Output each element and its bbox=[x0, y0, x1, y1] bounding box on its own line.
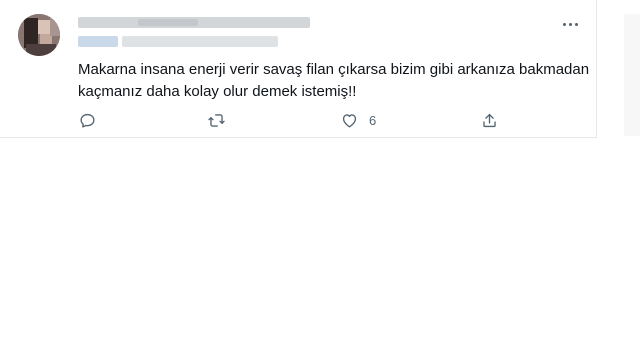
tweet-text-line: Makarna insana enerji verir savaş filan … bbox=[78, 61, 590, 78]
sidebar-edge bbox=[624, 14, 640, 136]
reply-bubble-icon bbox=[80, 113, 95, 128]
handle-date-blurred bbox=[122, 36, 278, 47]
avatar[interactable] bbox=[18, 14, 60, 56]
tweet-text-line: kaçmanız daha kolay olur demek istemiş!! bbox=[78, 83, 357, 100]
more-horizontal-icon bbox=[562, 22, 566, 26]
like-button[interactable]: 6 bbox=[340, 108, 376, 132]
retweet-button[interactable] bbox=[207, 108, 226, 132]
like-count: 6 bbox=[369, 112, 377, 128]
handle-blurred bbox=[78, 36, 118, 47]
share-button[interactable] bbox=[480, 108, 499, 132]
tweet-text: Makarna insana enerji verir savaş filan … bbox=[78, 59, 590, 103]
heart-icon bbox=[342, 113, 357, 128]
reply-button[interactable] bbox=[78, 108, 97, 132]
share-upload-icon bbox=[483, 113, 496, 127]
tweet-actions: 6 bbox=[0, 108, 597, 132]
retweet-icon bbox=[208, 113, 225, 127]
display-name-blurred-highlight bbox=[138, 19, 198, 26]
tweet-card[interactable]: Makarna insana enerji verir savaş filan … bbox=[0, 0, 597, 138]
user-header-blurred[interactable] bbox=[78, 17, 328, 47]
more-options-button[interactable] bbox=[558, 16, 582, 32]
